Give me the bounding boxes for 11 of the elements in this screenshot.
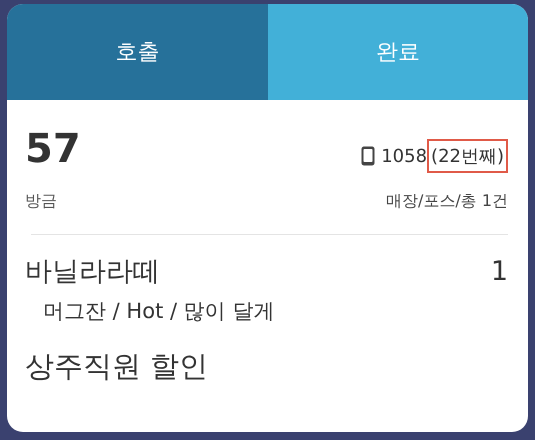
order-number: 57 <box>25 126 81 172</box>
phone-icon <box>361 146 376 166</box>
tab[interactable]: 호출 <box>7 4 268 100</box>
discount-label: 상주직원 할인 <box>25 348 210 385</box>
item-quantity: 1 <box>490 256 508 286</box>
item-name: 바닐라라떼 <box>25 255 160 289</box>
order-time: 방금 <box>25 190 57 212</box>
phone-number: 1058 <box>381 146 428 166</box>
order-source: 매장/포스/총 1건 <box>386 190 508 212</box>
order-rank: (22번째) <box>427 139 508 173</box>
item-options: 머그잔 / Hot / 많이 달게 <box>43 297 508 325</box>
